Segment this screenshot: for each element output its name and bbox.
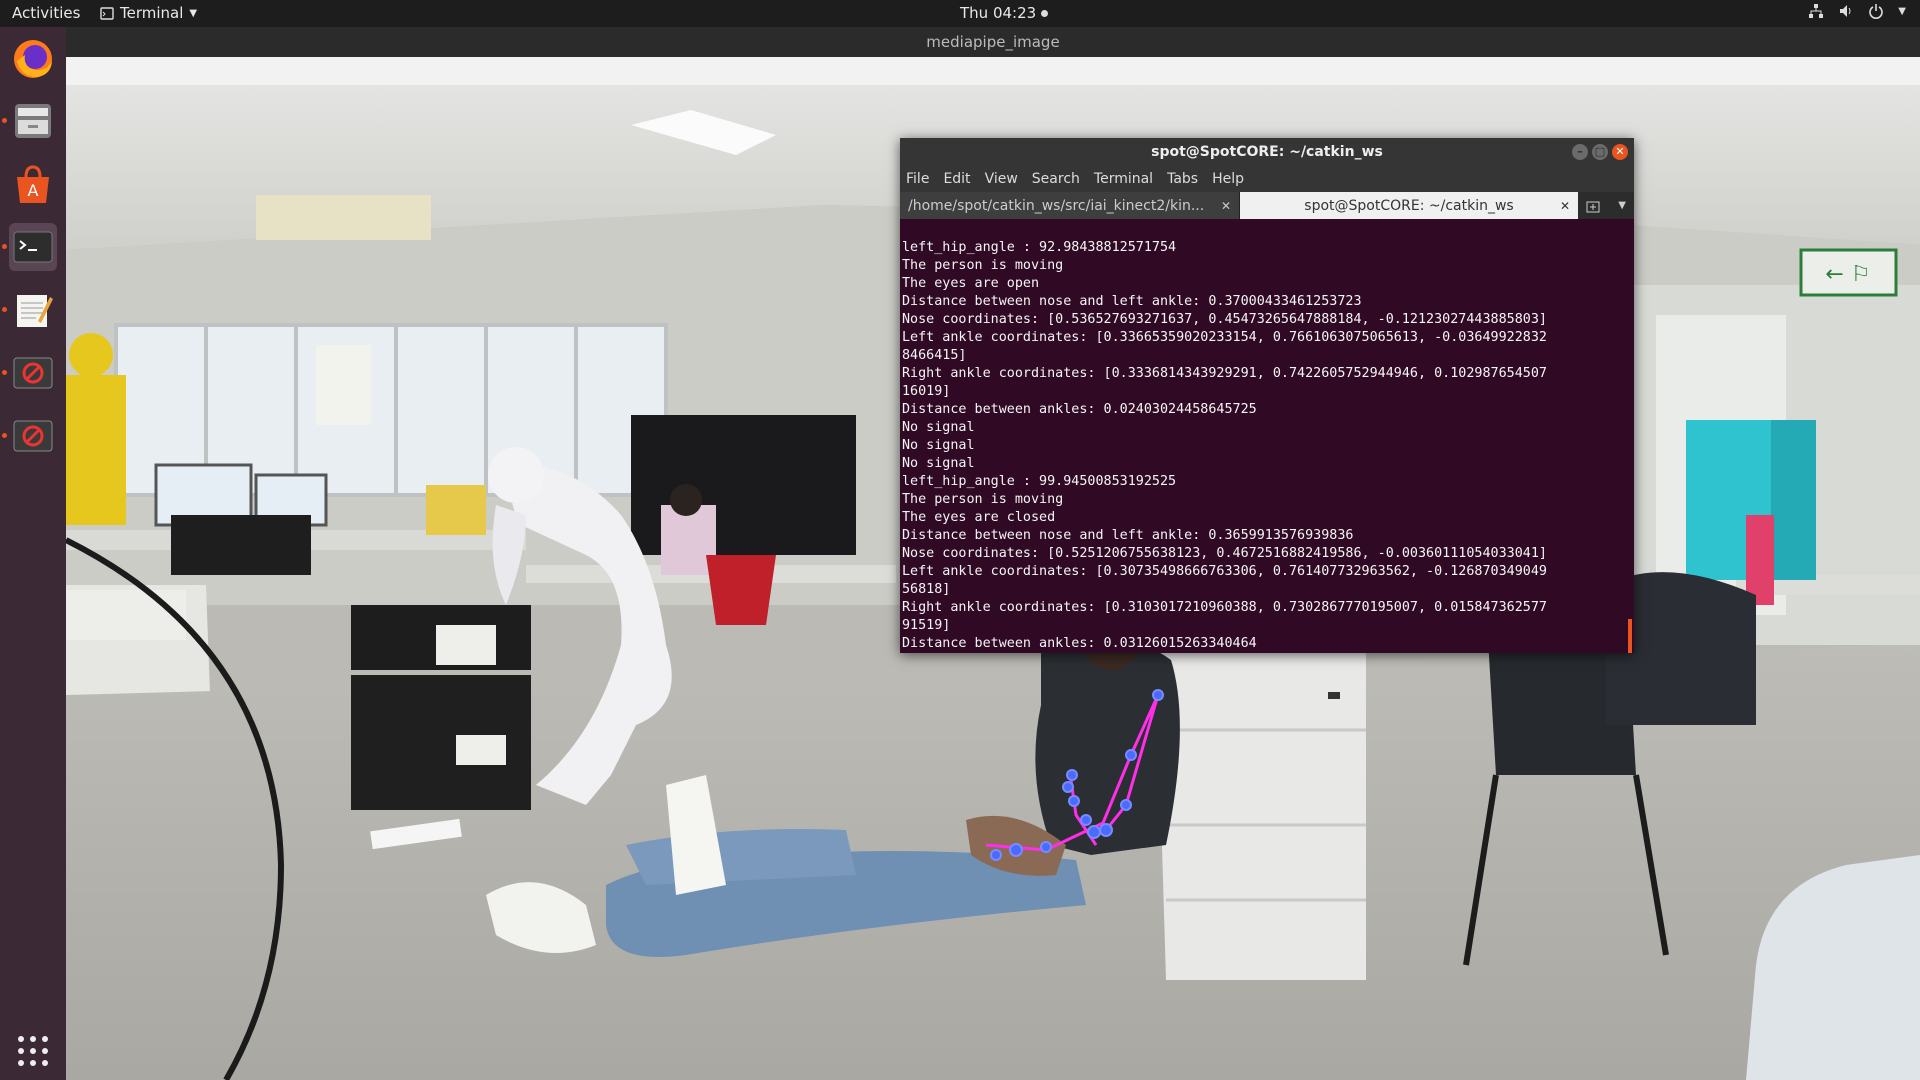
terminal-line: The eyes are closed xyxy=(902,510,1056,525)
chevron-down-icon[interactable]: ▼ xyxy=(1618,200,1626,211)
terminal-line: Left ankle coordinates: [0.3366535902023… xyxy=(902,330,1547,345)
terminal-line: No signal xyxy=(902,456,975,471)
tab-label: spot@SpotCORE: ~/catkin_ws xyxy=(1304,197,1514,214)
terminal-line: Right ankle coordinates: [0.333681434392… xyxy=(902,366,1547,381)
app-menu[interactable]: Terminal ▼ xyxy=(100,4,197,22)
terminal-tabs: /home/spot/catkin_ws/src/iai_kinect2/kin… xyxy=(900,192,1634,219)
volume-icon xyxy=(1840,5,1851,17)
terminal-line: The eyes are open xyxy=(902,276,1040,291)
blocked-app-icon xyxy=(13,420,53,452)
tab-label: /home/spot/catkin_ws/src/iai_kinect2/kin… xyxy=(908,197,1205,214)
tab-catkin-ws[interactable]: spot@SpotCORE: ~/catkin_ws ✕ xyxy=(1240,192,1578,219)
running-indicator xyxy=(2,433,7,438)
tab-controls: ▼ xyxy=(1578,192,1634,219)
terminal-line: The person is moving xyxy=(902,492,1064,507)
terminal-line: 8466415] xyxy=(902,348,967,363)
terminal-title: spot@SpotCORE: ~/catkin_ws xyxy=(1151,144,1383,160)
new-tab-icon[interactable] xyxy=(1586,199,1602,213)
clock-label: Thu 04:23 xyxy=(960,4,1037,22)
terminal-line: Left ankle coordinates: [0.3073549866676… xyxy=(902,564,1547,579)
menu-file[interactable]: File xyxy=(906,171,929,187)
terminal-line: The person is moving xyxy=(902,258,1064,273)
window-controls: – □ ✕ xyxy=(1572,144,1628,160)
menu-terminal[interactable]: Terminal xyxy=(1094,171,1153,187)
terminal-app-icon xyxy=(100,6,114,20)
terminal-line: Distance between nose and left ankle: 0.… xyxy=(902,294,1362,309)
maximize-button[interactable]: □ xyxy=(1592,144,1608,160)
dock: A xyxy=(0,27,66,1080)
terminal-line: Distance between ankles: 0.0312601526334… xyxy=(902,636,1257,651)
window-title: mediapipe_image xyxy=(926,33,1060,51)
menu-edit[interactable]: Edit xyxy=(943,171,970,187)
network-icon xyxy=(1809,4,1824,18)
dock-text-editor[interactable] xyxy=(2,286,57,334)
dock-files[interactable] xyxy=(2,97,57,145)
terminal-line: Right ankle coordinates: [0.310301721096… xyxy=(902,600,1547,615)
close-tab-icon[interactable]: ✕ xyxy=(1560,199,1570,213)
terminal-line: No signal xyxy=(902,438,975,453)
terminal-icon xyxy=(13,231,53,263)
terminal-titlebar[interactable]: spot@SpotCORE: ~/catkin_ws – □ ✕ xyxy=(900,138,1634,166)
terminal-line: Nose coordinates: [0.536527693271637, 0.… xyxy=(902,312,1547,327)
terminal-line: 91519] xyxy=(902,618,951,633)
terminal-output[interactable]: left_hip_angle : 92.98438812571754 The pe… xyxy=(900,219,1634,653)
app-menu-label: Terminal xyxy=(120,4,184,22)
system-tray[interactable]: ▼ xyxy=(1808,3,1906,19)
tab-kinect[interactable]: /home/spot/catkin_ws/src/iai_kinect2/kin… xyxy=(900,192,1240,219)
show-applications-button[interactable] xyxy=(9,1027,57,1075)
dock-software[interactable]: A xyxy=(9,160,57,208)
terminal-line: Distance between nose and left ankle: 0.… xyxy=(902,528,1354,543)
files-icon xyxy=(15,104,51,138)
running-indicator xyxy=(2,118,7,123)
text-editor-icon xyxy=(17,295,53,327)
terminal-line: Nose coordinates: [0.5251206755638123, 0… xyxy=(902,546,1547,561)
software-store-icon: A xyxy=(17,165,49,203)
terminal-line: left_hip_angle : 99.94500853192525 xyxy=(902,474,1177,489)
scrollbar-indicator[interactable] xyxy=(1628,619,1632,653)
clock[interactable]: Thu 04:23 xyxy=(960,4,1049,22)
menu-tabs[interactable]: Tabs xyxy=(1167,171,1198,187)
app-grid-icon xyxy=(18,1036,48,1066)
chevron-down-icon: ▼ xyxy=(189,7,198,19)
terminal-menubar: File Edit View Search Terminal Tabs Help xyxy=(900,166,1634,192)
power-icon xyxy=(1869,4,1884,19)
terminal-line: No signal xyxy=(902,420,975,435)
chevron-down-icon: ▼ xyxy=(1898,5,1906,17)
menu-view[interactable]: View xyxy=(985,171,1018,187)
running-indicator xyxy=(2,307,7,312)
running-indicator xyxy=(2,244,7,249)
svg-text:A: A xyxy=(28,181,39,200)
dock-firefox[interactable] xyxy=(9,35,57,83)
close-button[interactable]: ✕ xyxy=(1612,144,1628,160)
terminal-window[interactable]: spot@SpotCORE: ~/catkin_ws – □ ✕ File Ed… xyxy=(900,138,1634,653)
menu-help[interactable]: Help xyxy=(1212,171,1244,187)
terminal-line: 16019] xyxy=(902,384,951,399)
minimize-button[interactable]: – xyxy=(1572,144,1588,160)
firefox-icon xyxy=(14,40,52,78)
dock-blocked-app-1[interactable] xyxy=(2,349,57,397)
dock-blocked-app-2[interactable] xyxy=(2,412,57,460)
running-indicator xyxy=(2,370,7,375)
notification-dot-icon xyxy=(1041,9,1049,17)
window-toolbar xyxy=(66,57,1920,85)
activities-button[interactable]: Activities xyxy=(12,4,80,22)
terminal-line: left_hip_angle : 92.98438812571754 xyxy=(902,240,1177,255)
close-tab-icon[interactable]: ✕ xyxy=(1221,199,1231,213)
blocked-app-icon xyxy=(13,357,53,389)
terminal-line: 56818] xyxy=(902,582,951,597)
terminal-line: Distance between ankles: 0.0240302445864… xyxy=(902,402,1257,417)
menu-search[interactable]: Search xyxy=(1032,171,1080,187)
top-bar: Activities Terminal ▼ Thu 04:23 ▼ xyxy=(0,0,1920,27)
svg-text:← ⚐: ← ⚐ xyxy=(1825,262,1870,287)
dock-terminal[interactable] xyxy=(2,223,57,271)
